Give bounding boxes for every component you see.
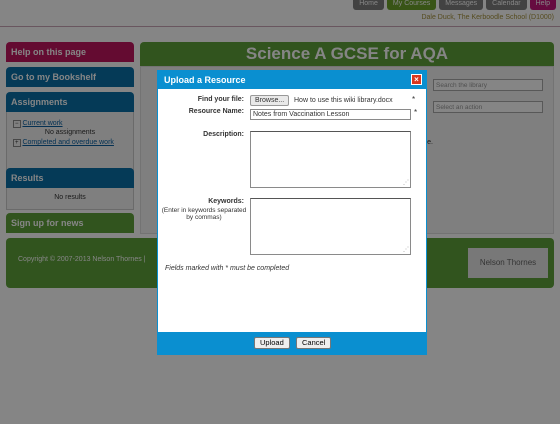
cancel-button[interactable]: Cancel [296, 337, 332, 349]
keywords-textarea[interactable]: ⋰ [250, 198, 411, 255]
dialog-footer: Upload Cancel [158, 332, 426, 354]
dialog-title: Upload a Resource [164, 75, 246, 85]
resize-grip-icon[interactable]: ⋰ [403, 246, 409, 253]
required-mark: * [414, 108, 418, 117]
required-fields-note: Fields marked with * must be completed [165, 265, 290, 272]
upload-resource-dialog: Upload a Resource × Find your file: Brow… [157, 70, 427, 355]
resource-name-label: Resource Name: [188, 108, 244, 115]
browse-button[interactable]: Browse... [250, 95, 290, 106]
dialog-titlebar: Upload a Resource × [158, 71, 426, 89]
keywords-hint: (Enter in keywords separated by commas) [161, 207, 247, 221]
keywords-label: Keywords: [208, 198, 244, 205]
close-icon[interactable]: × [411, 74, 422, 85]
description-label: Description: [203, 131, 244, 138]
resize-grip-icon[interactable]: ⋰ [403, 179, 409, 186]
required-mark: * [412, 95, 416, 104]
resource-name-input[interactable]: Notes from Vaccination Lesson [250, 109, 411, 120]
selected-file-name: How to use this wiki library.docx [294, 97, 393, 104]
upload-button[interactable]: Upload [254, 337, 290, 349]
description-textarea[interactable]: ⋰ [250, 131, 411, 188]
find-file-label: Find your file: [197, 96, 244, 103]
